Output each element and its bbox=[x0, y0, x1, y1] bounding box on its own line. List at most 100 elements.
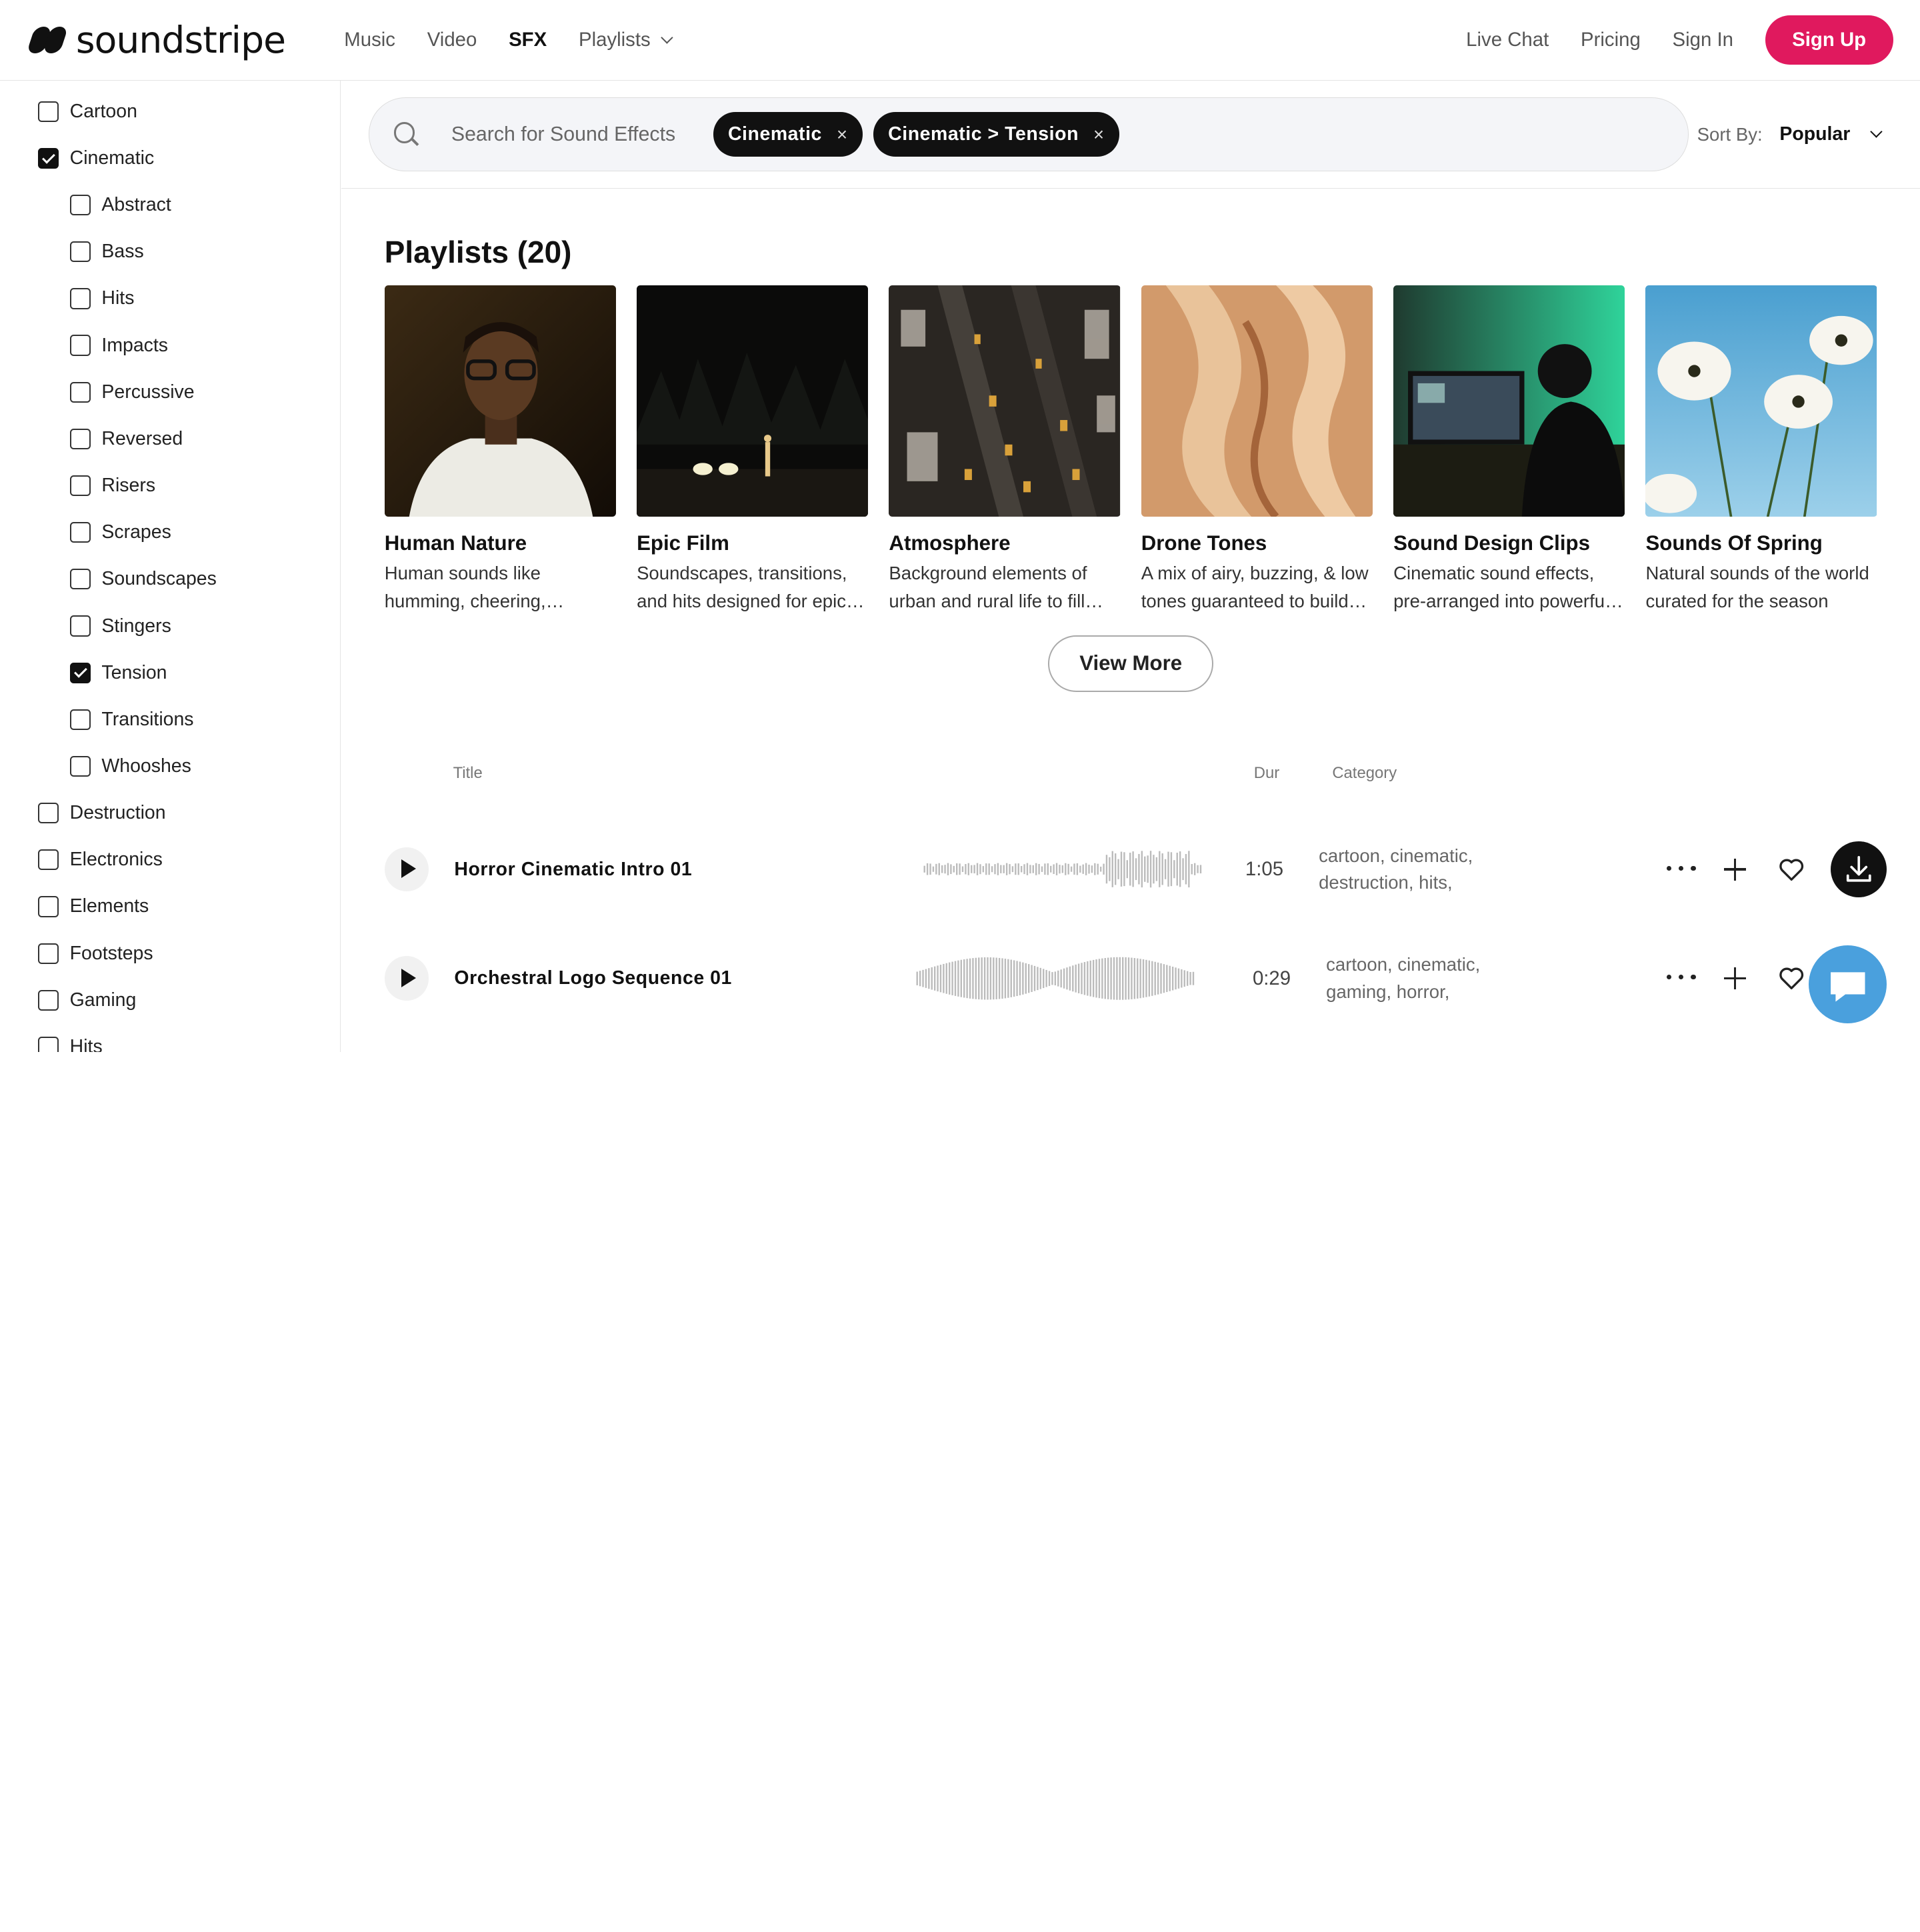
filter-hits[interactable]: Hits bbox=[0, 1023, 340, 1052]
category-column-header[interactable]: Category bbox=[1332, 764, 1397, 783]
play-icon[interactable] bbox=[384, 847, 429, 892]
playlist-card[interactable]: Sounds Of Spring Natural sounds of the w… bbox=[1645, 285, 1877, 615]
filter-checkbox[interactable] bbox=[69, 381, 91, 403]
search-icon[interactable] bbox=[393, 121, 419, 147]
table-row[interactable]: Orchestral Logo Sequence 01 0:29 cartoon… bbox=[341, 941, 1920, 1015]
table-row[interactable]: Horror Cinematic Intro 01 1:05 cartoon, … bbox=[341, 833, 1920, 906]
live-chat-link[interactable]: Live Chat bbox=[1466, 29, 1549, 51]
filter-stingers[interactable]: Stingers bbox=[0, 603, 340, 649]
heart-icon[interactable] bbox=[1778, 857, 1805, 882]
playlist-description: A mix of airy, buzzing, & low tones guar… bbox=[1141, 562, 1369, 611]
view-more-button[interactable]: View More bbox=[1048, 635, 1214, 692]
playlists-heading: Playlists (20) bbox=[384, 234, 572, 269]
playlist-card[interactable]: Drone Tones A mix of airy, buzzing, & lo… bbox=[1141, 285, 1373, 615]
nav-playlists[interactable]: Playlists bbox=[579, 29, 673, 51]
playlist-card[interactable]: Sound Design Clips Cinematic sound effec… bbox=[1393, 285, 1625, 615]
add-to-playlist-icon[interactable] bbox=[1724, 967, 1747, 990]
filter-transitions[interactable]: Transitions bbox=[0, 696, 340, 743]
filter-elements[interactable]: Elements bbox=[0, 883, 340, 930]
nav-sfx[interactable]: SFX bbox=[509, 29, 547, 51]
filter-impacts[interactable]: Impacts bbox=[0, 322, 340, 369]
close-icon[interactable]: × bbox=[837, 124, 848, 145]
playlist-name[interactable]: Sound Design Clips bbox=[1393, 531, 1625, 555]
filter-checkbox[interactable] bbox=[37, 1036, 59, 1052]
sign-in-link[interactable]: Sign In bbox=[1673, 29, 1733, 51]
filter-scrapes[interactable]: Scrapes bbox=[0, 509, 340, 556]
playlist-name[interactable]: Atmosphere bbox=[889, 531, 1120, 555]
filter-cinematic[interactable]: Cinematic bbox=[0, 135, 340, 181]
filter-checkbox[interactable] bbox=[37, 989, 59, 1011]
filter-risers[interactable]: Risers bbox=[0, 462, 340, 509]
filter-checkbox[interactable] bbox=[69, 522, 91, 543]
filter-checkbox[interactable] bbox=[37, 803, 59, 824]
filter-label: Hits bbox=[101, 287, 135, 309]
more-options-icon[interactable] bbox=[1666, 865, 1696, 873]
chat-button[interactable] bbox=[1808, 945, 1887, 1024]
filter-checkbox[interactable] bbox=[69, 428, 91, 450]
title-column-header[interactable]: Title bbox=[453, 764, 483, 783]
filter-soundscapes[interactable]: Soundscapes bbox=[0, 556, 340, 603]
filter-cartoon[interactable]: Cartoon bbox=[0, 88, 340, 135]
nav-video[interactable]: Video bbox=[427, 29, 477, 51]
filter-chip-cinematic[interactable]: Cinematic × bbox=[713, 112, 863, 157]
filter-bass[interactable]: Bass bbox=[0, 229, 340, 275]
filter-chip-cinematic-tension[interactable]: Cinematic > Tension × bbox=[873, 112, 1119, 157]
playlist-cover-image[interactable] bbox=[1393, 285, 1625, 517]
download-button[interactable] bbox=[1830, 841, 1887, 898]
sort-dropdown[interactable]: Sort By: Popular bbox=[1697, 123, 1893, 145]
filter-checkbox[interactable] bbox=[37, 849, 59, 871]
filter-checkbox[interactable] bbox=[69, 335, 91, 356]
playlist-name[interactable]: Human Nature bbox=[385, 531, 616, 555]
playlist-card[interactable]: Human Nature Human sounds like humming, … bbox=[384, 285, 616, 615]
playlist-name[interactable]: Epic Film bbox=[637, 531, 868, 555]
filter-whooshes[interactable]: Whooshes bbox=[0, 743, 340, 789]
filter-footsteps[interactable]: Footsteps bbox=[0, 930, 340, 977]
playlist-card[interactable]: Epic Film Soundscapes, transitions, and … bbox=[637, 285, 869, 615]
filter-checkbox[interactable] bbox=[69, 195, 91, 216]
filter-abstract[interactable]: Abstract bbox=[0, 182, 340, 229]
filter-checkbox[interactable] bbox=[69, 475, 91, 497]
search-box[interactable]: Search for Sound Effects Cinematic × Cine… bbox=[368, 97, 1689, 171]
pricing-link[interactable]: Pricing bbox=[1581, 29, 1641, 51]
filter-percussive[interactable]: Percussive bbox=[0, 369, 340, 415]
filter-checkbox[interactable] bbox=[37, 943, 59, 964]
playlist-card[interactable]: Atmosphere Background elements of urban … bbox=[889, 285, 1121, 615]
filter-reversed[interactable]: Reversed bbox=[0, 415, 340, 462]
filter-checkbox[interactable] bbox=[69, 662, 91, 683]
filter-gaming[interactable]: Gaming bbox=[0, 977, 340, 1023]
play-icon[interactable] bbox=[384, 956, 429, 1001]
waveform[interactable] bbox=[922, 845, 1203, 893]
filter-checkbox[interactable] bbox=[37, 101, 59, 122]
logo[interactable]: soundstripe bbox=[26, 19, 286, 61]
filter-checkbox[interactable] bbox=[37, 896, 59, 917]
playlist-cover-image[interactable] bbox=[1645, 285, 1877, 517]
playlist-cover-image[interactable] bbox=[384, 285, 616, 517]
duration-column-header[interactable]: Dur bbox=[1254, 764, 1279, 783]
playlist-name[interactable]: Sounds Of Spring bbox=[1645, 531, 1877, 555]
filter-checkbox[interactable] bbox=[69, 615, 91, 637]
playlist-cover-image[interactable] bbox=[1141, 285, 1373, 517]
playlist-cover-image[interactable] bbox=[637, 285, 869, 517]
playlist-cover-image[interactable] bbox=[889, 285, 1121, 517]
filter-destruction[interactable]: Destruction bbox=[0, 790, 340, 837]
more-options-icon[interactable] bbox=[1666, 974, 1696, 982]
sign-up-button[interactable]: Sign Up bbox=[1765, 15, 1893, 65]
close-icon[interactable]: × bbox=[1093, 124, 1105, 145]
filter-tension[interactable]: Tension bbox=[0, 649, 340, 696]
filter-checkbox[interactable] bbox=[37, 147, 59, 169]
heart-icon[interactable] bbox=[1778, 966, 1805, 991]
filter-hits[interactable]: Hits bbox=[0, 275, 340, 322]
filter-checkbox[interactable] bbox=[69, 569, 91, 590]
search-input[interactable]: Search for Sound Effects bbox=[451, 123, 713, 146]
filter-checkbox[interactable] bbox=[69, 288, 91, 309]
filter-checkbox[interactable] bbox=[69, 755, 91, 777]
filter-electronics[interactable]: Electronics bbox=[0, 837, 340, 883]
add-to-playlist-icon[interactable] bbox=[1724, 858, 1747, 881]
filter-checkbox[interactable] bbox=[69, 709, 91, 730]
waveform[interactable] bbox=[915, 954, 1196, 1003]
playlist-name[interactable]: Drone Tones bbox=[1141, 531, 1373, 555]
track-title[interactable]: Orchestral Logo Sequence 01 bbox=[454, 967, 732, 989]
nav-music[interactable]: Music bbox=[344, 29, 395, 51]
track-title[interactable]: Horror Cinematic Intro 01 bbox=[454, 859, 692, 881]
filter-checkbox[interactable] bbox=[69, 241, 91, 263]
